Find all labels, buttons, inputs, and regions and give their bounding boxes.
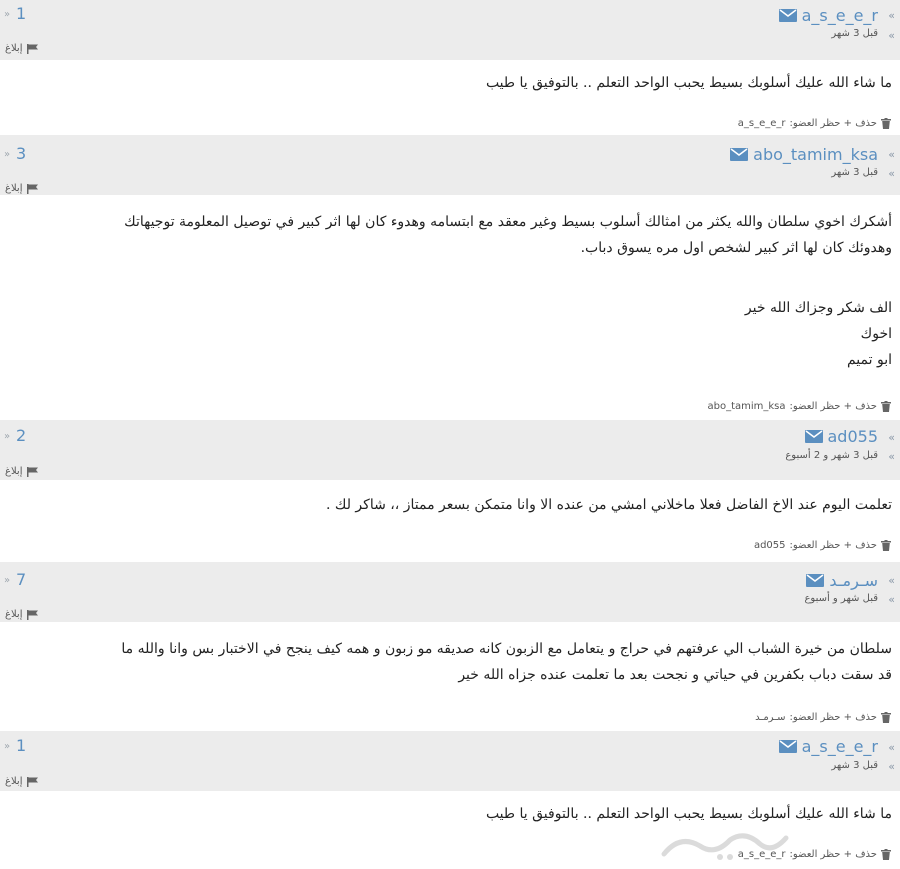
delete-ban-link[interactable]: حذف + حظر العضو:: [790, 540, 877, 551]
double-chevron-icon: »: [888, 574, 895, 587]
comment-line: ما شاء الله عليك أسلوبك بسيط يحبب الواحد…: [485, 806, 892, 822]
username[interactable]: ad055: [828, 427, 879, 446]
double-chevron-icon: »: [888, 760, 895, 773]
comment-number[interactable]: 2: [16, 426, 26, 445]
trash-icon[interactable]: [881, 712, 891, 723]
flag-icon: [26, 609, 38, 620]
username-link[interactable]: a_s_e_e_r: [778, 5, 878, 25]
report-button[interactable]: إبلاغ: [5, 466, 38, 477]
comment-line: وهدوئك كان لها اثر كبير لشخص اول مره يسو…: [580, 240, 892, 256]
report-label[interactable]: إبلاغ: [5, 43, 23, 54]
report-button[interactable]: إبلاغ: [5, 609, 38, 620]
comment-footer: حذف + حظر العضو: ad055: [754, 540, 891, 551]
comment-time: قبل 3 شهر: [831, 760, 878, 771]
delete-ban-link[interactable]: حذف + حظر العضو:: [790, 849, 877, 860]
username[interactable]: سـرمـد: [829, 571, 878, 590]
footer-username: abo_tamim_ksa: [707, 401, 786, 412]
comment-number[interactable]: 1: [16, 4, 26, 23]
double-chevron-icon: «: [4, 149, 11, 160]
envelope-icon[interactable]: [804, 429, 823, 443]
comment-card: » سـرمـد » قبل شهر و أسبوع 7 « إبلاغ سلط…: [0, 562, 900, 730]
delete-ban-link[interactable]: حذف + حظر العضو:: [790, 712, 877, 723]
envelope-icon[interactable]: [778, 739, 797, 753]
flag-icon: [26, 43, 38, 54]
username[interactable]: abo_tamim_ksa: [753, 145, 878, 164]
report-label[interactable]: إبلاغ: [5, 776, 23, 787]
report-label[interactable]: إبلاغ: [5, 466, 23, 477]
comment-header: » a_s_e_e_r » قبل 3 شهر 1 « إبلاغ: [0, 731, 900, 791]
double-chevron-icon: »: [888, 167, 895, 180]
footer-username: a_s_e_e_r: [737, 118, 786, 129]
trash-icon[interactable]: [881, 401, 891, 412]
double-chevron-icon: »: [888, 148, 895, 161]
comment-line: قد سقت دباب بكفرين في حياتي و نجحت بعد م…: [458, 667, 892, 683]
report-button[interactable]: إبلاغ: [5, 183, 38, 194]
username[interactable]: a_s_e_e_r: [802, 737, 878, 756]
comment-card: » ad055 » قبل 3 شهر و 2 أسبوع 2 « إبلاغ …: [0, 420, 900, 560]
double-chevron-icon: «: [4, 431, 11, 442]
comment-line: ابو تميم: [846, 352, 892, 368]
site-watermark-logo: [661, 833, 789, 860]
report-label[interactable]: إبلاغ: [5, 183, 23, 194]
comment-header: » abo_tamim_ksa » قبل 3 شهر 3 « إبلاغ: [0, 135, 900, 195]
comment-line: الف شكر وجزاك الله خير: [744, 300, 892, 316]
double-chevron-icon: «: [4, 575, 11, 586]
double-chevron-icon: »: [888, 593, 895, 606]
comment-line: تعلمت اليوم عند الاخ الفاضل فعلا ماخلاني…: [326, 497, 892, 513]
username-link[interactable]: abo_tamim_ksa: [730, 144, 878, 164]
comment-body: تعلمت اليوم عند الاخ الفاضل فعلا ماخلاني…: [8, 492, 892, 518]
username-link[interactable]: سـرمـد: [806, 570, 878, 590]
comment-card: » abo_tamim_ksa » قبل 3 شهر 3 « إبلاغ أش…: [0, 135, 900, 420]
comment-line: أشكرك اخوي سلطان والله يكثر من امثالك أس…: [124, 214, 892, 230]
envelope-icon[interactable]: [806, 573, 825, 587]
double-chevron-icon: »: [888, 741, 895, 754]
double-chevron-icon: »: [888, 9, 895, 22]
report-label[interactable]: إبلاغ: [5, 609, 23, 620]
comment-body: ما شاء الله عليك أسلوبك بسيط يحبب الواحد…: [8, 801, 892, 827]
comment-card: » a_s_e_e_r » قبل 3 شهر 1 « إبلاغ ما شاء…: [0, 0, 900, 135]
comment-body: ما شاء الله عليك أسلوبك بسيط يحبب الواحد…: [8, 70, 892, 96]
comment-time: قبل 3 شهر: [831, 167, 878, 178]
double-chevron-icon: «: [4, 9, 11, 20]
comment-line: اخوك: [860, 326, 892, 342]
comment-header: » سـرمـد » قبل شهر و أسبوع 7 « إبلاغ: [0, 562, 900, 622]
trash-icon[interactable]: [881, 118, 891, 129]
comment-footer: حذف + حظر العضو: سـرمـد: [755, 712, 891, 723]
comment-header: » ad055 » قبل 3 شهر و 2 أسبوع 2 « إبلاغ: [0, 420, 900, 480]
comment-footer: حذف + حظر العضو: abo_tamim_ksa: [707, 401, 891, 412]
comment-number[interactable]: 3: [16, 144, 26, 163]
comment-time: قبل 3 شهر و 2 أسبوع: [785, 450, 878, 461]
username[interactable]: a_s_e_e_r: [802, 6, 878, 25]
username-link[interactable]: ad055: [804, 426, 879, 446]
envelope-icon[interactable]: [778, 8, 797, 22]
delete-ban-link[interactable]: حذف + حظر العضو:: [790, 401, 877, 412]
report-button[interactable]: إبلاغ: [5, 776, 38, 787]
trash-icon[interactable]: [881, 540, 891, 551]
comment-time: قبل 3 شهر: [831, 28, 878, 39]
double-chevron-icon: »: [888, 450, 895, 463]
comment-body: سلطان من خيرة الشباب الي عرفتهم في حراج …: [8, 636, 892, 688]
delete-ban-link[interactable]: حذف + حظر العضو:: [790, 118, 877, 129]
footer-username: سـرمـد: [755, 712, 786, 723]
comment-line: [8, 261, 892, 287]
flag-icon: [26, 776, 38, 787]
comment-body: أشكرك اخوي سلطان والله يكثر من امثالك أس…: [8, 209, 892, 373]
flag-icon: [26, 466, 38, 477]
report-button[interactable]: إبلاغ: [5, 43, 38, 54]
flag-icon: [26, 183, 38, 194]
double-chevron-icon: »: [888, 431, 895, 444]
comment-line: سلطان من خيرة الشباب الي عرفتهم في حراج …: [121, 641, 892, 657]
comment-number[interactable]: 1: [16, 736, 26, 755]
comment-header: » a_s_e_e_r » قبل 3 شهر 1 « إبلاغ: [0, 0, 900, 60]
envelope-icon[interactable]: [730, 147, 749, 161]
comment-time: قبل شهر و أسبوع: [804, 593, 878, 604]
comment-line: ما شاء الله عليك أسلوبك بسيط يحبب الواحد…: [485, 75, 892, 91]
double-chevron-icon: »: [888, 29, 895, 42]
double-chevron-icon: «: [4, 741, 11, 752]
footer-username: ad055: [753, 540, 786, 551]
username-link[interactable]: a_s_e_e_r: [778, 736, 878, 756]
trash-icon[interactable]: [881, 849, 891, 860]
comment-number[interactable]: 7: [16, 570, 26, 589]
comment-footer: حذف + حظر العضو: a_s_e_e_r: [738, 118, 891, 129]
